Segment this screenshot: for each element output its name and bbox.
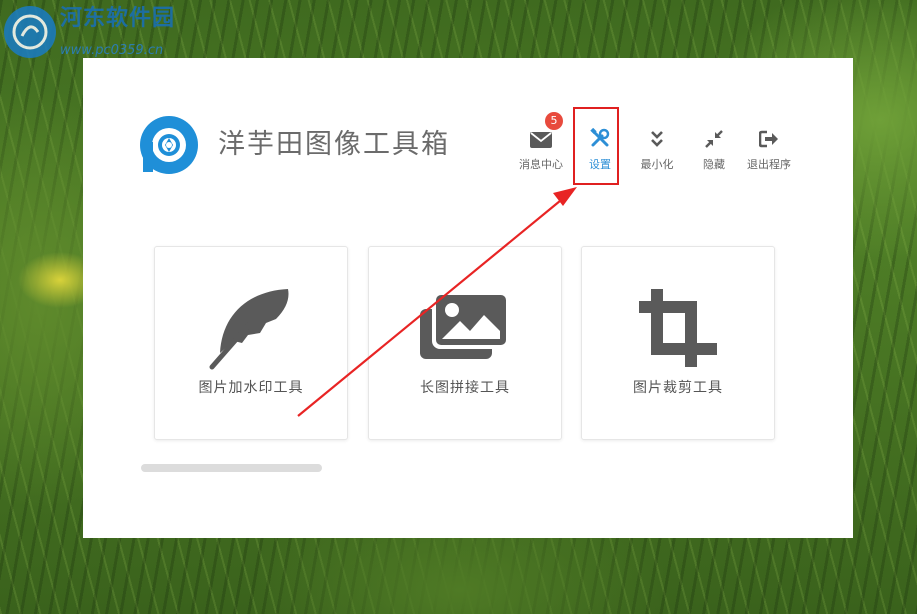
hide-label: 隐藏 (703, 158, 725, 171)
horizontal-scrollbar[interactable] (141, 464, 322, 472)
minimize-button[interactable]: 最小化 (629, 124, 685, 174)
envelope-icon (513, 124, 569, 148)
long-image-stitch-card[interactable]: 长图拼接工具 (368, 246, 562, 440)
watermark-logo-icon (4, 6, 56, 58)
settings-highlight-box (573, 107, 619, 185)
compress-icon (686, 124, 742, 148)
images-icon (369, 285, 561, 371)
watermark-tool-card[interactable]: 图片加水印工具 (154, 246, 348, 440)
message-center-button[interactable]: 5 消息中心 (513, 112, 569, 174)
watermark: 河东软件园 www.pc0359.cn (4, 6, 175, 60)
feather-icon (155, 285, 347, 371)
exit-button[interactable]: 退出程序 (741, 124, 797, 174)
crop-icon (582, 285, 774, 371)
watermark-tool-label: 图片加水印工具 (198, 380, 304, 396)
image-crop-card[interactable]: 图片裁剪工具 (581, 246, 775, 440)
sign-out-icon (741, 124, 797, 148)
hide-button[interactable]: 隐藏 (686, 124, 742, 174)
long-image-stitch-label: 长图拼接工具 (420, 380, 510, 396)
minimize-label: 最小化 (640, 158, 674, 171)
main-window: 洋芋田图像工具箱 5 消息中心 设置 最小化 隐藏 退出程序 图片加水印工具 长… (83, 58, 853, 538)
app-logo-icon (140, 116, 198, 174)
watermark-title: 河东软件园 (60, 6, 176, 31)
double-chevron-down-icon (629, 124, 685, 148)
exit-label: 退出程序 (747, 158, 791, 171)
message-count-badge: 5 (545, 112, 563, 130)
message-center-label: 消息中心 (519, 158, 563, 171)
app-title: 洋芋田图像工具箱 (218, 129, 450, 160)
image-crop-label: 图片裁剪工具 (633, 380, 723, 396)
